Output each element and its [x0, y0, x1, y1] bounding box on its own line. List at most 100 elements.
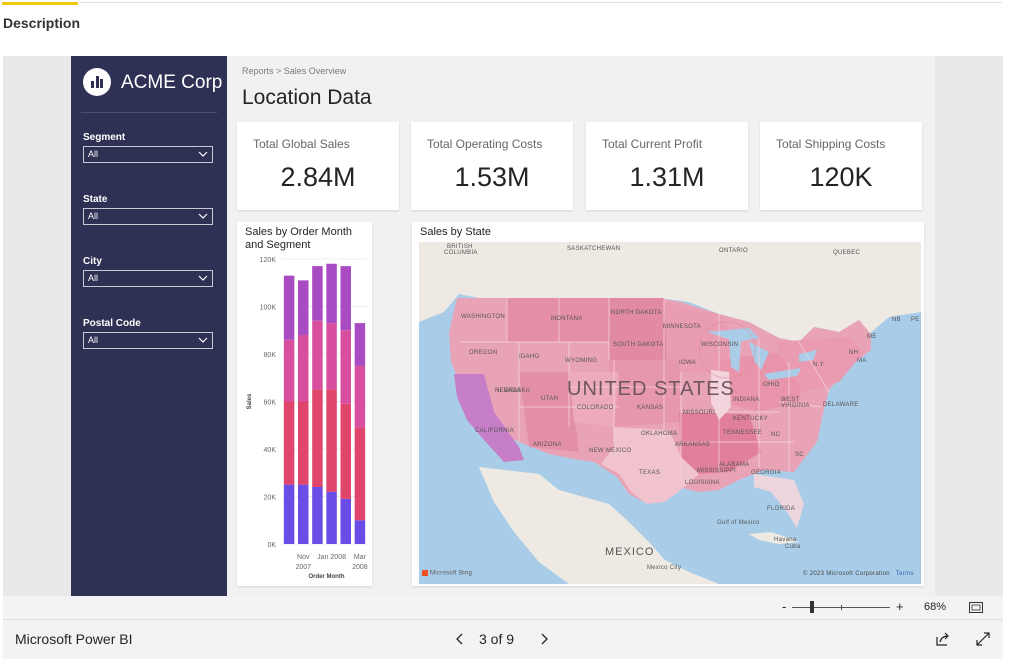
y-tick-label: 40K [264, 447, 277, 454]
map-region-label: LOUISIANA [685, 480, 720, 486]
map-title: Sales by State [420, 226, 491, 238]
map-region-label: MINNESOTA [663, 324, 701, 330]
kpi-label: Total Global Sales [253, 137, 350, 151]
bar-segment [354, 323, 366, 366]
footer-bar: Microsoft Power BI 3 of 9 [3, 620, 1003, 659]
map-region-label: FLORIDA [767, 506, 796, 512]
map-region-label: OKLAHOMA [641, 431, 678, 437]
page-navigator: 3 of 9 [453, 630, 553, 650]
city-filter-label: City [83, 256, 102, 267]
map-region-label: NEW MEXICO [589, 448, 632, 454]
x-tick-label: Jan 2008 [317, 554, 346, 561]
y-tick-label: 0K [267, 542, 276, 549]
bar-segment [354, 520, 366, 544]
y-tick-label: 100K [260, 305, 277, 312]
zoom-slider-thumb[interactable] [809, 601, 814, 613]
brand: ACME Corp [83, 68, 223, 98]
map-attribution: Microsoft Bing [422, 570, 472, 577]
chevron-down-icon [198, 213, 208, 219]
map-region-label: SOUTH DAKOTA [613, 342, 664, 348]
bar-segment [354, 427, 366, 521]
chevron-down-icon [198, 337, 208, 343]
postal-code-filter: Postal Code All [83, 318, 213, 349]
expand-icon[interactable] [975, 631, 991, 647]
page-title: Location Data [242, 86, 372, 109]
kpi-value: 1.31M [629, 162, 705, 192]
postal-code-dropdown[interactable]: All [83, 332, 213, 349]
bar-segment [298, 280, 309, 335]
city-dropdown[interactable]: All [83, 270, 213, 287]
bar-chart-icon [83, 68, 111, 96]
bar-segment [283, 401, 295, 485]
country-label: UNITED STATES [567, 378, 735, 400]
fit-to-page-icon[interactable] [969, 602, 983, 613]
map-region-label: NB [892, 317, 901, 323]
map-region-label: COLUMBIA [444, 250, 478, 256]
map-region-label: TEXAS [639, 470, 661, 476]
map-region-label: DELAWARE [823, 402, 859, 408]
kpi-value: 120K [809, 162, 873, 192]
map-region-label: NEVADA [495, 388, 522, 394]
stacked-bar-chart: 0K 20K 40K 60K 80K 100K 120K Sales Nov 2007 Jan 20… [247, 257, 368, 580]
x-axis-label: Order Month [309, 574, 345, 580]
map-copyright: © 2023 Microsoft Corporation Terms [803, 571, 914, 577]
y-tick-label: 20K [264, 495, 277, 502]
map-region-label: ARKANSAS [675, 442, 711, 448]
bar-segment [326, 491, 337, 544]
state-dropdown-value: All [88, 211, 99, 221]
map-region-label: N.Y. [813, 362, 826, 368]
map-region-label: INDIANA [733, 397, 760, 403]
app-name: Microsoft Power BI [15, 631, 133, 647]
chevron-right-icon[interactable] [537, 630, 551, 648]
description-tab[interactable]: Description [2, 2, 80, 42]
map-region-label: CALIFORNIA [475, 428, 515, 434]
segment-filter: Segment All [83, 132, 213, 163]
description-header: Description [0, 0, 1011, 48]
map-region-label: IDAHO [519, 354, 540, 360]
map-region-label: ME [867, 334, 877, 340]
state-filter-label: State [83, 194, 108, 205]
chevron-left-icon[interactable] [453, 630, 467, 648]
map-region-label: UTAH [541, 396, 559, 402]
map-region-label: ARIZONA [533, 442, 562, 448]
active-tab-indicator [2, 2, 78, 5]
zoom-out-button[interactable]: - [782, 599, 786, 614]
bar-segment [298, 401, 309, 485]
map-graphic [419, 242, 921, 584]
choropleth-map[interactable]: BRITISH COLUMBIA SASKATCHEWAN ONTARIO QUEBEC… [419, 242, 921, 584]
map-region-label: ONTARIO [719, 248, 748, 254]
sales-by-month-chart-panel[interactable]: Sales by Order Month and Segment 0K 20K 40… [237, 222, 372, 586]
map-region-label: TENNESSEE [723, 430, 763, 436]
map-region-label: IOWA [679, 360, 696, 366]
bar-segment [283, 339, 295, 402]
kpi-card-total-operating-costs[interactable]: Total Operating Costs 1.53M [411, 122, 573, 210]
x-tick-label: Mar [354, 554, 367, 561]
map-region-label: KANSAS [637, 405, 664, 411]
filter-sidebar: ACME Corp Segment All State All City All… [71, 56, 227, 596]
bing-attribution: Microsoft Bing [429, 570, 473, 577]
bar-segment [312, 320, 323, 390]
chevron-down-icon [198, 151, 208, 157]
state-dropdown[interactable]: All [83, 208, 213, 225]
map-region-label: Havana [774, 537, 797, 543]
kpi-card-total-current-profit[interactable]: Total Current Profit 1.31M [586, 122, 748, 210]
bar-segment [298, 484, 309, 544]
bar-segment [283, 275, 295, 340]
bar-segment [312, 389, 323, 487]
kpi-card-total-global-sales[interactable]: Total Global Sales 2.84M [237, 122, 399, 210]
kpi-card-total-shipping-costs[interactable]: Total Shipping Costs 120K [760, 122, 922, 210]
terms-link[interactable]: Terms [896, 571, 914, 577]
bar-segment [340, 330, 351, 404]
map-region-label: MISSOURI [683, 410, 716, 416]
state-filter: State All [83, 194, 213, 225]
segment-dropdown[interactable]: All [83, 146, 213, 163]
map-region-label: Gulf of Mexico [717, 520, 760, 526]
map-region-label: Cuba [785, 544, 801, 550]
brand-name: ACME Corp [121, 72, 223, 93]
neighbor-country-label: MEXICO [605, 546, 655, 558]
share-icon[interactable] [935, 631, 951, 647]
zoom-in-button[interactable]: + [896, 599, 904, 614]
sales-by-state-map-panel[interactable]: Sales by State BRITISH COLUMBIA SASKATCH… [412, 222, 924, 586]
bar-segment [340, 266, 351, 331]
x-tick-label: Nov [297, 554, 310, 561]
